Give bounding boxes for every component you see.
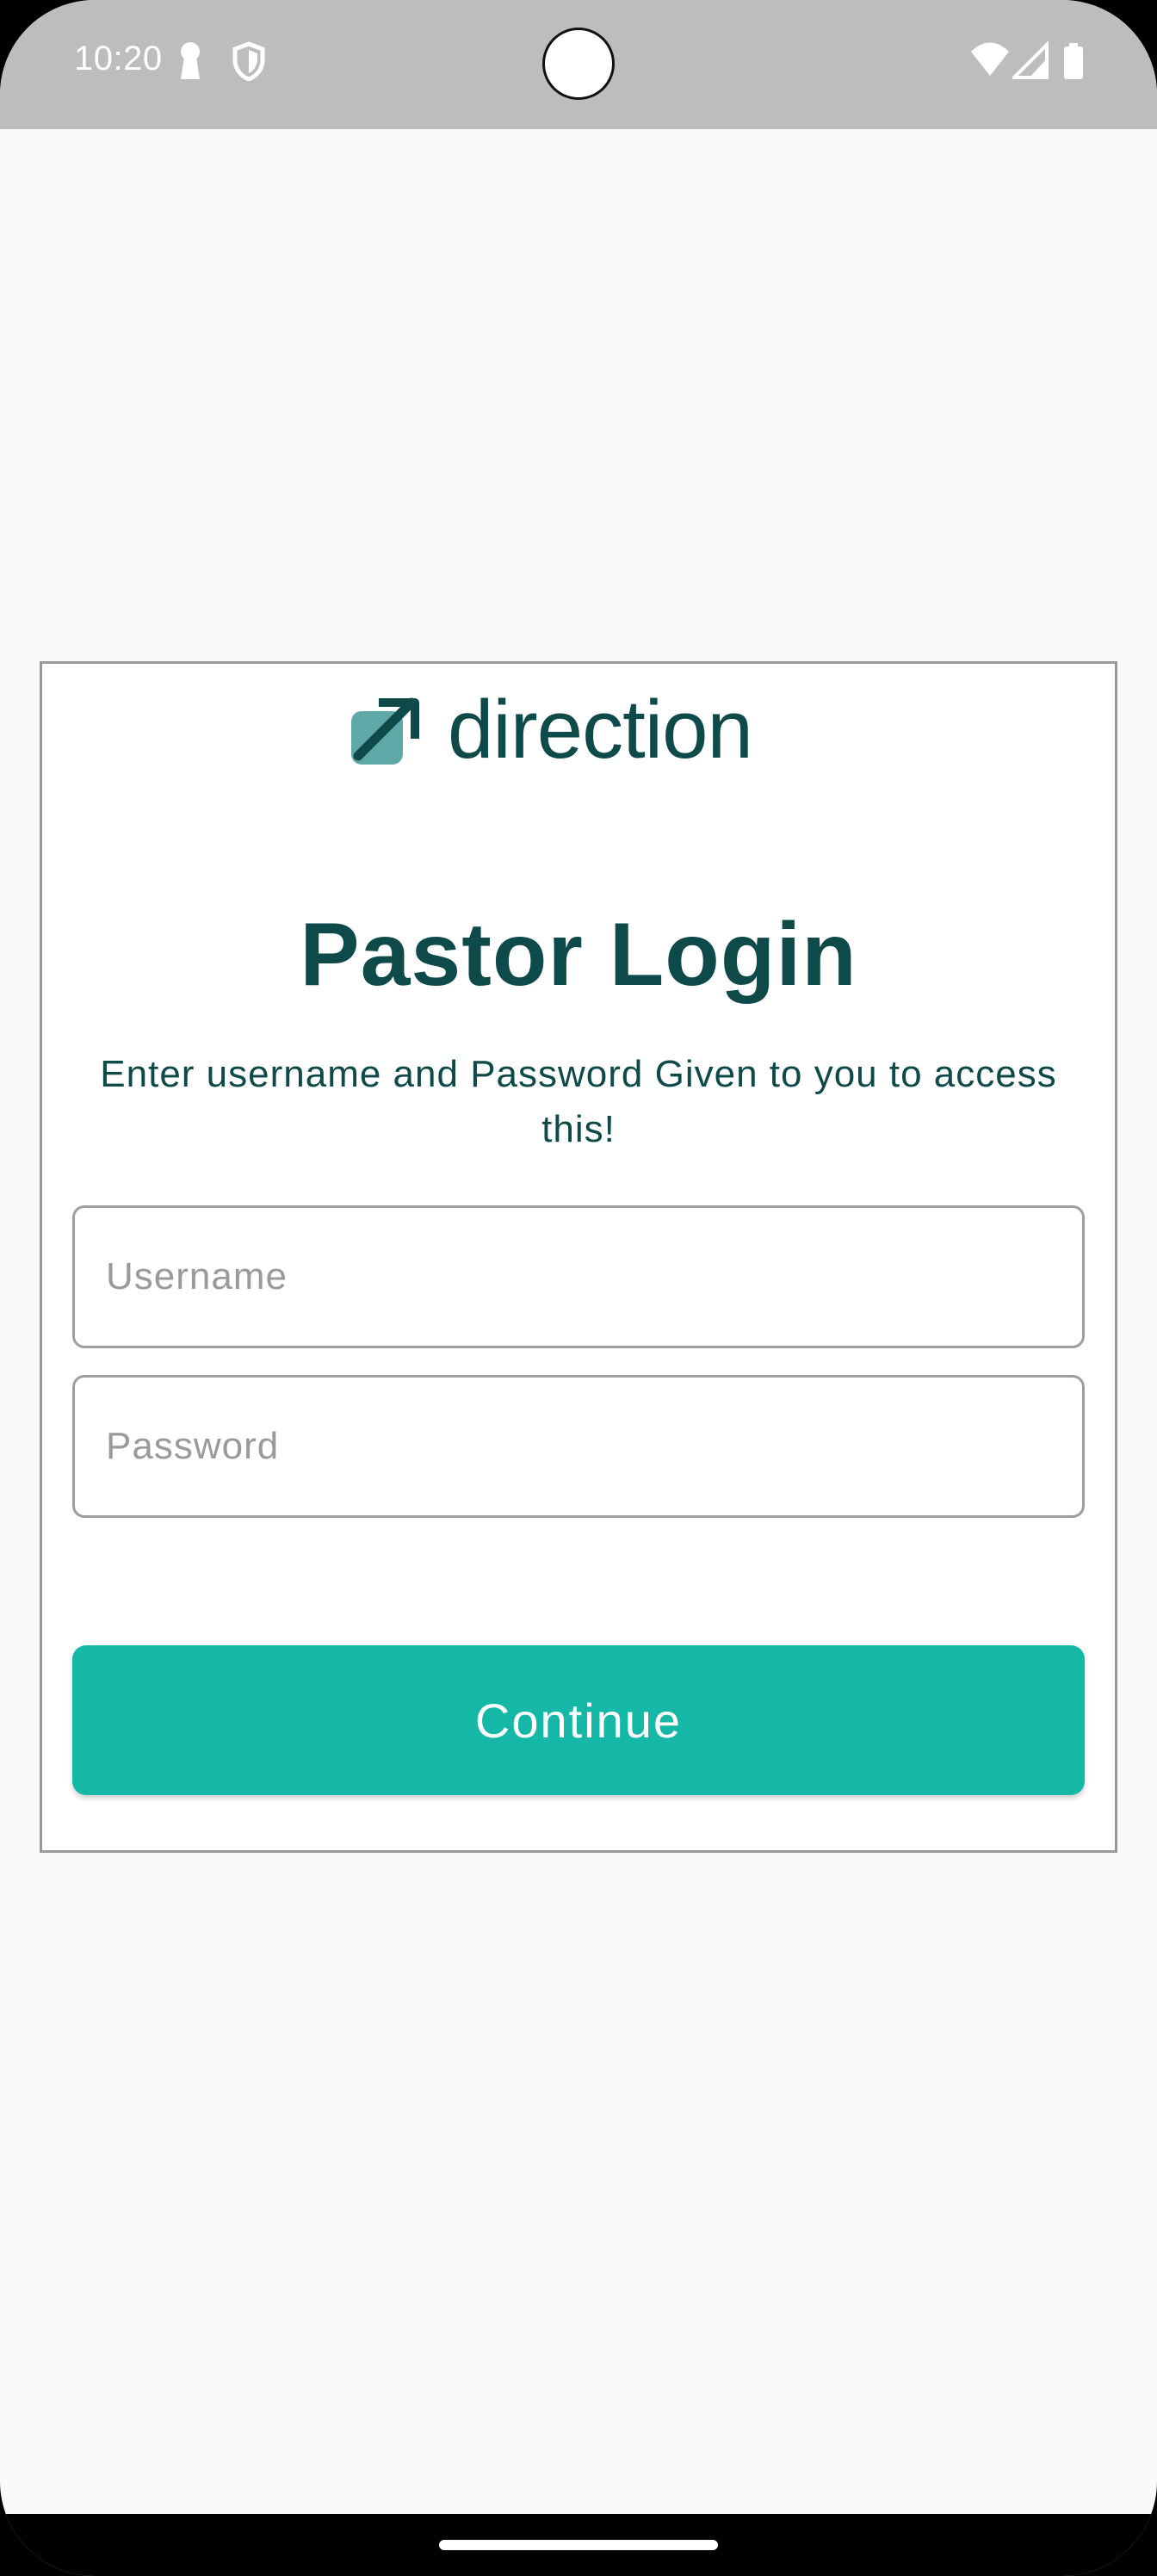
phone-screen: 10:20 direction Pastor Login Enter usern… — [0, 0, 1157, 2576]
front-camera — [542, 28, 615, 100]
status-bar: 10:20 — [0, 0, 1157, 129]
continue-button[interactable]: Continue — [72, 1645, 1085, 1795]
battery-icon — [1062, 41, 1085, 81]
logo-text: direction — [448, 684, 753, 776]
status-time: 10:20 — [74, 40, 163, 77]
keyhole-icon — [177, 41, 203, 81]
wifi-icon — [969, 41, 1011, 81]
direction-logo: direction — [350, 684, 753, 776]
password-input[interactable] — [72, 1375, 1085, 1518]
login-instructions: Enter username and Password Given to you… — [100, 1053, 1057, 1150]
page-title: Pastor Login — [300, 905, 857, 1005]
shield-icon — [232, 41, 265, 82]
arrow-up-right-icon — [350, 694, 422, 766]
username-input[interactable] — [72, 1205, 1085, 1348]
home-indicator[interactable] — [439, 2540, 718, 2550]
cell-signal-icon — [1010, 40, 1049, 81]
